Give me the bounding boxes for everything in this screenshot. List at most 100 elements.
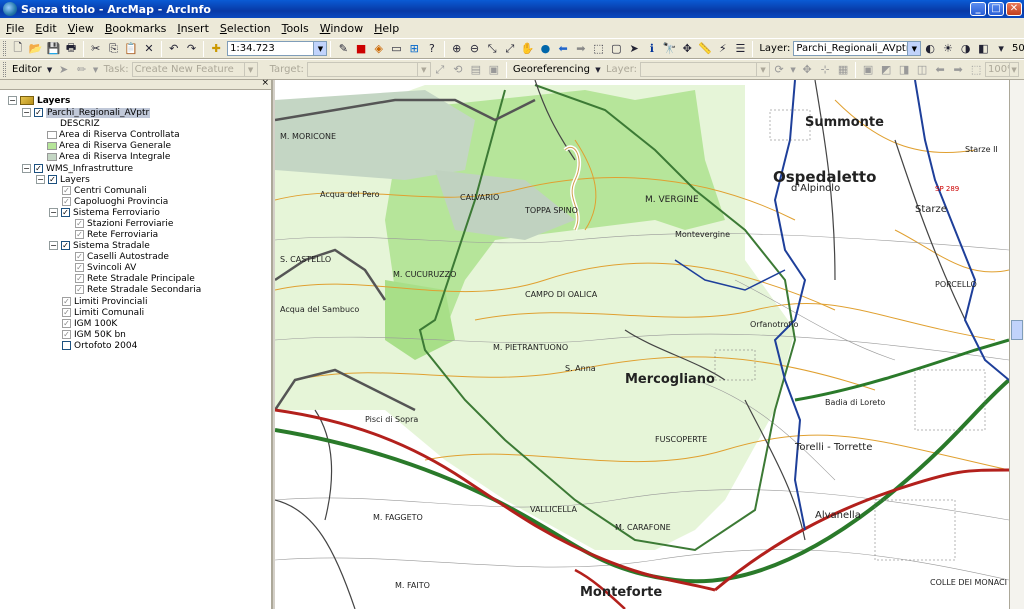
layer-visibility-checkbox[interactable]: ✓ [75,252,84,261]
paste-icon[interactable]: 📋 [123,41,139,56]
toolbar-grip[interactable] [3,62,6,77]
sketch-properties-icon[interactable]: ▣ [486,62,502,77]
layer-visibility-checkbox[interactable]: ✓ [62,308,71,317]
toc-sublayer[interactable]: ✓ Caselli Autostrade [75,251,169,262]
go-to-xy-icon[interactable]: ✥ [679,41,695,56]
collapse-icon[interactable]: − [49,208,58,217]
split-tool-icon[interactable]: ⤢ [432,62,448,77]
view-link-table-icon[interactable]: ▦ [835,62,851,77]
transparency-icon[interactable]: ◑ [958,41,974,56]
map-vertical-scrollbar[interactable] [1009,80,1024,609]
georeferencing-menu[interactable]: Georeferencing [513,64,590,75]
toc-sublayer[interactable]: ✓ IGM 50K bn [62,329,126,340]
attributes-icon[interactable]: ▤ [468,62,484,77]
undo-icon[interactable]: ↶ [166,41,182,56]
map-display[interactable]: Summonte Ospedaletto d'Alpinolo Mercogli… [275,80,1009,609]
hyperlink-icon[interactable]: ⚡ [715,41,731,56]
close-button[interactable]: ✕ [1006,2,1022,16]
close-icon[interactable]: × [261,78,269,88]
copy-icon[interactable]: ⎘ [106,41,122,56]
toolbar-options-icon[interactable]: ▾ [993,41,1009,56]
model-builder-icon[interactable]: ⊞ [406,41,422,56]
edit-tool-icon[interactable]: ➤ [56,62,72,77]
layer-visibility-checkbox[interactable] [62,341,71,350]
maximize-button[interactable]: □ [988,2,1004,16]
layer-transparency-icon[interactable]: ◩ [878,62,894,77]
target-combo[interactable]: ▼ [306,62,431,77]
brightness-icon[interactable]: ☀ [940,41,956,56]
layer-visibility-checkbox[interactable]: ✓ [48,175,57,184]
menu-insert[interactable]: Insert [177,22,209,35]
command-line-icon[interactable]: ▭ [389,41,405,56]
effects-icon[interactable]: ▣ [860,62,876,77]
sketch-tool-icon[interactable]: ✏ [74,62,90,77]
georef-zoom-combo[interactable]: 100% ▼ [985,62,1020,77]
layer-visibility-checkbox[interactable]: ✓ [75,274,84,283]
chevron-down-icon[interactable]: ▼ [594,62,602,77]
zoom-in-icon[interactable]: ⊕ [449,41,465,56]
toc-sublayer[interactable]: ✓ Rete Stradale Secondaria [75,284,201,295]
collapse-icon[interactable]: − [36,175,45,184]
collapse-icon[interactable]: − [49,241,58,250]
delete-icon[interactable]: ✕ [141,41,157,56]
georef-forward-icon[interactable]: ➡ [950,62,966,77]
add-control-points-icon[interactable]: ⊹ [817,62,833,77]
select-elements-icon[interactable]: ➤ [626,41,642,56]
toc-group[interactable]: − ✓ Layers [36,174,90,185]
back-extent-icon[interactable]: ⬅ [555,41,571,56]
chevron-down-icon[interactable]: ▼ [789,62,797,77]
editor-toolbar-icon[interactable]: ✎ [335,41,351,56]
arctoolbox-icon[interactable]: ■ [353,41,369,56]
menu-tools[interactable]: Tools [282,22,309,35]
redo-icon[interactable]: ↷ [184,41,200,56]
forward-extent-icon[interactable]: ➡ [573,41,589,56]
toc-sublayer[interactable]: Ortofoto 2004 [62,340,137,351]
pan-icon[interactable]: ✋ [520,41,536,56]
layer-visibility-checkbox[interactable]: ✓ [62,297,71,306]
layer-visibility-checkbox[interactable]: ✓ [61,208,70,217]
layer-swipe-icon[interactable]: ◨ [896,62,912,77]
collapse-icon[interactable]: − [22,164,31,173]
toc-root[interactable]: − Layers [8,95,70,106]
chevron-down-icon[interactable]: ▼ [46,62,54,77]
toc-sublayer[interactable]: ✓ IGM 100K [62,318,117,329]
menu-selection[interactable]: Selection [220,22,271,35]
toc-sublayer[interactable]: ✓ Svincoli AV [75,262,136,273]
editor-menu[interactable]: Editor [12,64,42,75]
minimize-button[interactable]: _ [970,2,986,16]
print-icon[interactable]: 🖶 [63,41,79,56]
toc-sublayer[interactable]: ✓ Capoluoghi Provincia [62,196,168,207]
contrast-icon[interactable]: ◐ [922,41,938,56]
menu-edit[interactable]: Edit [35,22,56,35]
chevron-down-icon[interactable]: ▼ [1009,63,1019,76]
menu-window[interactable]: Window [320,22,363,35]
add-data-icon[interactable]: ✚ [208,41,224,56]
toc-sublayer[interactable]: ✓ Rete Ferroviaria [75,229,158,240]
georef-layer-combo[interactable]: ▼ [640,62,771,77]
measure-icon[interactable]: 📏 [697,41,713,56]
identify-icon[interactable]: ℹ [644,41,660,56]
task-combo[interactable]: Create New Feature ▼ [131,62,258,77]
toc-sublayer[interactable]: ✓ Rete Stradale Principale [75,273,195,284]
layer-visibility-checkbox[interactable]: ✓ [75,230,84,239]
layer-combo[interactable]: Parchi_Regionali_AVptr ▼ [793,41,922,56]
map-scale-combo[interactable]: 1:34.723 ▼ [227,41,328,56]
chevron-down-icon[interactable]: ▼ [92,62,100,77]
toc-sublayer[interactable]: ✓ Limiti Provinciali [62,296,147,307]
layer-visibility-checkbox[interactable]: ✓ [75,219,84,228]
layer-visibility-checkbox[interactable]: ✓ [62,319,71,328]
layer-visibility-checkbox[interactable]: ✓ [75,263,84,272]
cut-icon[interactable]: ✂ [88,41,104,56]
clear-selection-icon[interactable]: ▢ [608,41,624,56]
toc-sublayer[interactable]: ✓ Limiti Comunali [62,307,144,318]
menu-bookmarks[interactable]: Bookmarks [105,22,166,35]
new-document-icon[interactable]: 🗋 [10,41,26,56]
chevron-down-icon[interactable]: ▼ [243,63,257,76]
layer-visibility-checkbox[interactable]: ✓ [34,164,43,173]
swipe-icon[interactable]: ◧ [976,41,992,56]
chevron-down-icon[interactable]: ▼ [756,63,770,76]
chevron-down-icon[interactable]: ▼ [416,63,430,76]
full-extent-icon[interactable]: ● [538,41,554,56]
layer-visibility-checkbox[interactable]: ✓ [34,108,43,117]
toc-sublayer[interactable]: ✓ Centri Comunali [62,185,147,196]
